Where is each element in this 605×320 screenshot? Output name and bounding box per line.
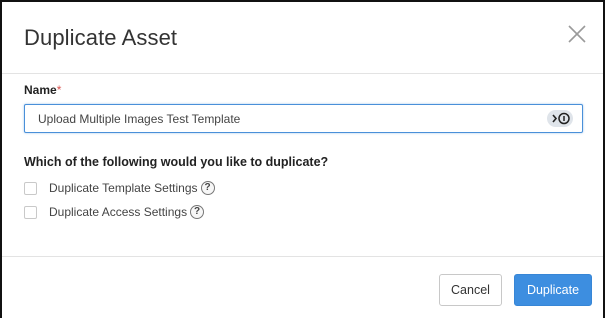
help-icon[interactable]: ? <box>200 181 215 195</box>
dialog-title: Duplicate Asset <box>24 25 178 50</box>
access-settings-label: Duplicate Access Settings <box>49 205 188 219</box>
access-settings-checkbox[interactable] <box>24 205 37 219</box>
duplicate-button[interactable]: Duplicate <box>514 274 592 306</box>
dialog-header: Duplicate Asset <box>2 2 603 74</box>
template-settings-checkbox[interactable] <box>24 181 37 195</box>
option-duplicate-access-settings[interactable]: Duplicate Access Settings ? <box>24 204 205 220</box>
cancel-button[interactable]: Cancel <box>439 274 502 306</box>
name-label-text: Name <box>24 83 57 97</box>
dialog-footer: Cancel Duplicate <box>2 256 603 320</box>
duplicate-asset-dialog: Duplicate Asset Name* Which of the follo… <box>0 0 605 318</box>
template-settings-label: Duplicate Template Settings <box>49 181 198 195</box>
close-icon[interactable] <box>564 21 590 47</box>
name-input[interactable] <box>38 109 518 128</box>
password-manager-icon[interactable] <box>547 110 573 127</box>
duplicate-question: Which of the following would you like to… <box>24 155 329 169</box>
name-input-wrapper <box>24 104 583 133</box>
help-icon[interactable]: ? <box>190 205 205 219</box>
option-duplicate-template-settings[interactable]: Duplicate Template Settings ? <box>24 180 215 196</box>
name-label: Name* <box>24 83 61 97</box>
required-marker: * <box>56 83 62 97</box>
